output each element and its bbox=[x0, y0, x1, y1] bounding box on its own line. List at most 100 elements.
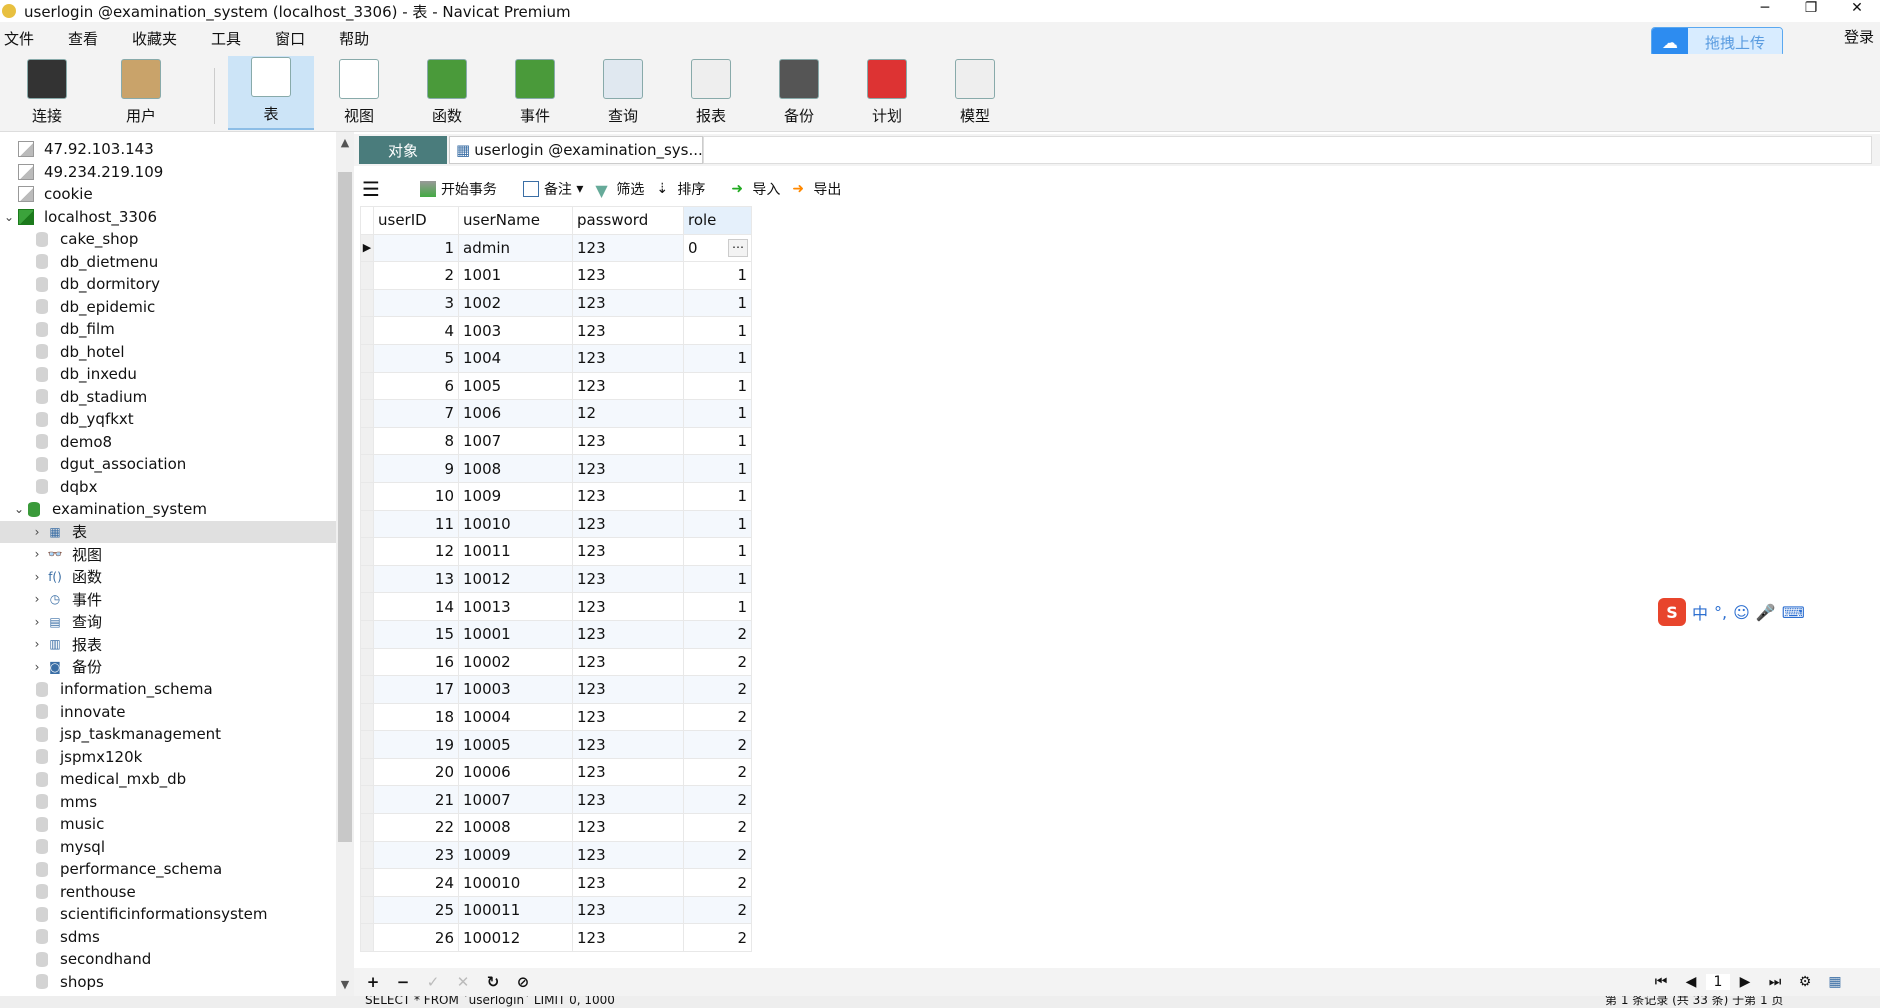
tree-database[interactable]: jspmx120k bbox=[0, 746, 336, 769]
cell-userName[interactable]: 1004 bbox=[458, 343, 573, 373]
toolbar-function-button[interactable]: 函数 bbox=[404, 56, 490, 130]
expand-toggle-icon[interactable]: › bbox=[28, 660, 46, 674]
cell-userName[interactable]: 10012 bbox=[458, 564, 573, 594]
cell-role[interactable]: 1 bbox=[683, 454, 752, 483]
cell-userID[interactable]: 2 bbox=[373, 261, 459, 290]
cell-role[interactable]: 2 bbox=[683, 868, 752, 897]
toolbar-table-button[interactable]: 表 bbox=[228, 56, 314, 130]
table-row[interactable]: 14 10013 123 1 bbox=[360, 592, 752, 621]
expand-toggle-icon[interactable]: › bbox=[28, 570, 46, 584]
column-header-userID[interactable]: userID bbox=[373, 206, 459, 235]
cell-userName[interactable]: 10010 bbox=[458, 509, 573, 539]
cell-userID[interactable]: 3 bbox=[373, 288, 459, 318]
restore-button[interactable]: ❐ bbox=[1788, 0, 1834, 16]
tree-database[interactable]: db_stadium bbox=[0, 386, 336, 409]
cell-userName[interactable]: 1009 bbox=[458, 481, 573, 511]
cell-userName[interactable]: 10011 bbox=[458, 537, 573, 566]
cell-userName[interactable]: 10013 bbox=[458, 592, 573, 621]
cell-userID[interactable]: 9 bbox=[373, 454, 459, 483]
cell-userID[interactable]: 12 bbox=[373, 537, 459, 566]
row-indicator[interactable] bbox=[360, 619, 374, 649]
last-page-button[interactable]: ⏭ bbox=[1760, 974, 1790, 990]
first-page-button[interactable]: ⏮ bbox=[1646, 974, 1676, 990]
tree-database[interactable]: music bbox=[0, 813, 336, 836]
filter-button[interactable]: ▼ 筛选 bbox=[595, 179, 644, 200]
cell-password[interactable]: 123 bbox=[572, 537, 684, 566]
row-indicator[interactable] bbox=[360, 840, 374, 870]
expand-toggle-icon[interactable]: › bbox=[28, 615, 46, 629]
tree-database[interactable]: db_epidemic bbox=[0, 296, 336, 319]
cell-role[interactable]: 1 bbox=[683, 509, 752, 539]
tree-connection[interactable]: cookie bbox=[0, 183, 336, 206]
cell-password[interactable]: 123 bbox=[572, 702, 684, 732]
cell-password[interactable]: 123 bbox=[572, 730, 684, 759]
cell-userID[interactable]: 6 bbox=[373, 371, 459, 401]
row-indicator[interactable] bbox=[360, 261, 374, 290]
cell-password[interactable]: 123 bbox=[572, 813, 684, 842]
row-indicator[interactable] bbox=[360, 454, 374, 483]
tree-database[interactable]: db_inxedu bbox=[0, 363, 336, 386]
tree-connection[interactable]: ⌄ localhost_3306 bbox=[0, 206, 336, 229]
cell-role[interactable]: 2 bbox=[683, 619, 752, 649]
tree-object-group[interactable]: › 👓 视图 bbox=[0, 543, 336, 566]
tree-database[interactable]: medical_mxb_db bbox=[0, 768, 336, 791]
cell-role[interactable]: 0 ⋯ bbox=[683, 233, 752, 263]
row-indicator[interactable] bbox=[360, 343, 374, 373]
cell-userID[interactable]: 13 bbox=[373, 564, 459, 594]
table-row[interactable]: 9 1008 123 1 bbox=[360, 454, 752, 483]
cell-userName[interactable]: 10007 bbox=[458, 785, 573, 815]
cell-userID[interactable]: 26 bbox=[373, 923, 459, 953]
row-indicator[interactable] bbox=[360, 868, 374, 897]
cell-role[interactable]: 1 bbox=[683, 343, 752, 373]
row-indicator[interactable] bbox=[360, 371, 374, 401]
expand-toggle-icon[interactable]: ⌄ bbox=[0, 210, 18, 224]
cell-userID[interactable]: 7 bbox=[373, 399, 459, 428]
cell-role[interactable]: 2 bbox=[683, 757, 752, 787]
menu-item[interactable]: 帮助 bbox=[339, 28, 369, 49]
tree-database[interactable]: demo8 bbox=[0, 431, 336, 454]
tree-connection[interactable]: 47.92.103.143 bbox=[0, 138, 336, 161]
tree-database[interactable]: db_dormitory bbox=[0, 273, 336, 296]
cell-role[interactable]: 1 bbox=[683, 288, 752, 318]
tab-objects[interactable]: 对象 bbox=[359, 136, 447, 164]
cell-password[interactable]: 123 bbox=[572, 895, 684, 925]
table-row[interactable]: 3 1002 123 1 bbox=[360, 288, 752, 318]
cell-userName[interactable]: 1003 bbox=[458, 316, 573, 345]
cell-userID[interactable]: 1 bbox=[373, 233, 459, 263]
minimize-button[interactable]: ─ bbox=[1742, 0, 1788, 16]
row-indicator[interactable] bbox=[360, 509, 374, 539]
toolbar-model-button[interactable]: 模型 bbox=[932, 56, 1018, 130]
tree-database[interactable]: mysql bbox=[0, 836, 336, 859]
table-row[interactable]: 25 100011 123 2 bbox=[360, 895, 752, 925]
export-button[interactable]: ➜ 导出 bbox=[792, 179, 841, 199]
table-row[interactable]: 20 10006 123 2 bbox=[360, 757, 752, 787]
keyboard-icon[interactable]: ⌨ bbox=[1782, 603, 1805, 622]
table-row[interactable]: 19 10005 123 2 bbox=[360, 730, 752, 759]
row-indicator[interactable] bbox=[360, 895, 374, 925]
cell-password[interactable]: 123 bbox=[572, 757, 684, 787]
table-row[interactable]: 21 10007 123 2 bbox=[360, 785, 752, 815]
cell-userID[interactable]: 17 bbox=[373, 675, 459, 704]
tree-database[interactable]: information_schema bbox=[0, 678, 336, 701]
cell-password[interactable]: 123 bbox=[572, 316, 684, 345]
tree-object-group[interactable]: › ▥ 报表 bbox=[0, 633, 336, 656]
tree-database[interactable]: db_hotel bbox=[0, 341, 336, 364]
toolbar-schedule-button[interactable]: 计划 bbox=[844, 56, 930, 130]
voice-icon[interactable]: 🎤 bbox=[1756, 603, 1776, 622]
tree-object-group[interactable]: › ◙ 备份 bbox=[0, 656, 336, 679]
expand-toggle-icon[interactable]: ⌄ bbox=[10, 502, 28, 516]
cell-role[interactable]: 1 bbox=[683, 371, 752, 401]
page-input[interactable]: 1 bbox=[1706, 974, 1730, 990]
toolbar-user-button[interactable]: 用户 bbox=[98, 56, 184, 130]
refresh-button[interactable]: ↻ bbox=[478, 973, 508, 991]
table-row[interactable]: 4 1003 123 1 bbox=[360, 316, 752, 345]
cell-userName[interactable]: 10001 bbox=[458, 619, 573, 649]
table-row[interactable]: ▶ 1 admin 123 0 ⋯ bbox=[360, 233, 752, 263]
tree-database[interactable]: scientificinformationsystem bbox=[0, 903, 336, 926]
row-indicator[interactable] bbox=[360, 564, 374, 594]
row-indicator[interactable] bbox=[360, 757, 374, 787]
cell-userName[interactable]: 1007 bbox=[458, 426, 573, 456]
table-row[interactable]: 22 10008 123 2 bbox=[360, 813, 752, 842]
tree-object-group[interactable]: › ▤ 查询 bbox=[0, 611, 336, 634]
cell-password[interactable]: 123 bbox=[572, 923, 684, 953]
